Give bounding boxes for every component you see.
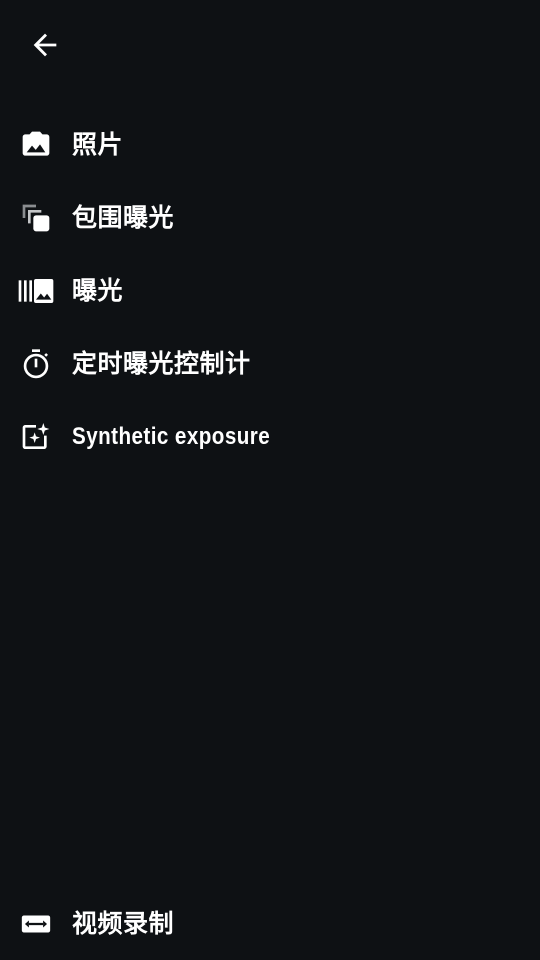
menu-item-label: 曝光 [72,276,124,305]
menu-item-timer-exposure[interactable]: 定时曝光控制计 [0,327,540,400]
menu-item-label: 照片 [72,130,124,159]
menu-item-label: 视频录制 [72,909,175,938]
exposure-strip-icon [18,273,54,309]
menu-item-label: Synthetic exposure [72,422,271,450]
capture-mode-list: 照片 包围曝光 曝光 定时曝光控制计 Synthetic exposure [0,108,540,473]
menu-item-synthetic-exposure[interactable]: Synthetic exposure [0,400,540,473]
photo-camera-icon [18,127,54,163]
sparkle-frame-icon [18,419,54,455]
menu-item-label: 包围曝光 [72,203,175,232]
video-camera-icon [18,906,54,942]
bracket-stack-icon [18,200,54,236]
menu-item-photo[interactable]: 照片 [0,108,540,181]
menu-item-video-recording[interactable]: 视频录制 [0,887,540,960]
menu-item-label: 定时曝光控制计 [72,349,251,378]
arrow-back-icon [28,28,62,62]
mode-selector-screen: 照片 包围曝光 曝光 定时曝光控制计 Synthetic exposure 视频… [0,0,540,960]
menu-item-bracketing[interactable]: 包围曝光 [0,181,540,254]
menu-item-exposure[interactable]: 曝光 [0,254,540,327]
timer-icon [18,346,54,382]
back-button[interactable] [18,18,72,72]
